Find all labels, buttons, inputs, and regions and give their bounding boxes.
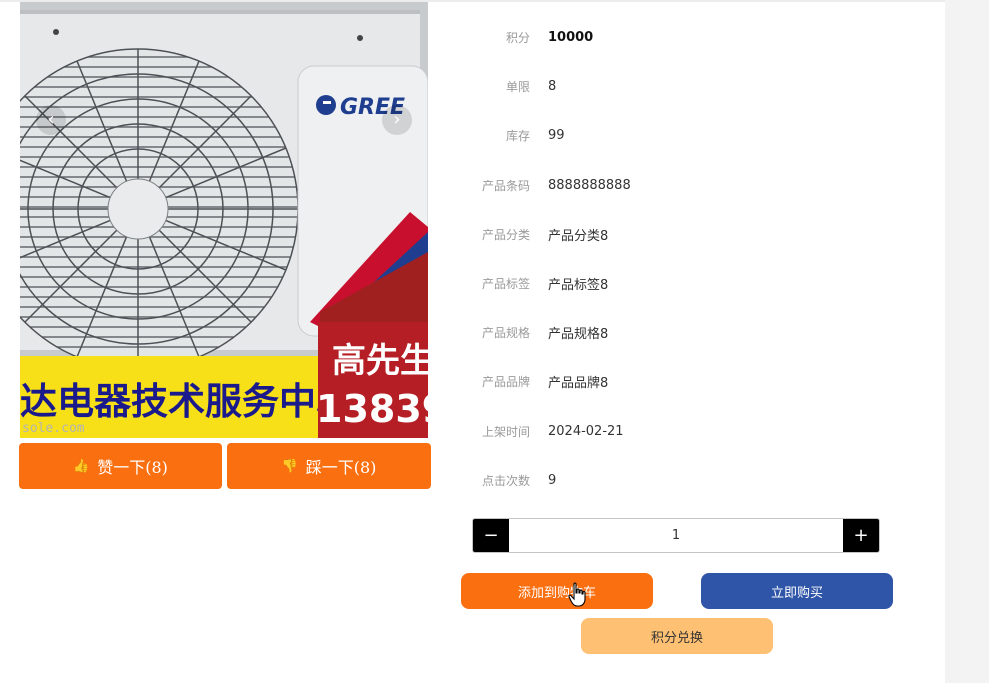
info-label: 单限 — [505, 79, 530, 94]
info-row-tag: 产品标签 产品标签8 — [440, 272, 940, 294]
thumbs-up-icon: 👍 — [73, 458, 90, 474]
dislike-label: 踩一下(8) — [305, 458, 377, 477]
page-gutter — [945, 0, 989, 683]
gallery-next-button[interactable]: › — [382, 105, 412, 135]
info-value: 产品标签8 — [548, 277, 609, 293]
info-row-barcode: 产品条码 8888888888 — [440, 174, 940, 196]
info-value: 9 — [548, 472, 557, 488]
like-button[interactable]: 👍 赞一下(8) — [19, 443, 222, 489]
quantity-input[interactable] — [509, 519, 843, 552]
info-label: 产品品牌 — [481, 374, 530, 389]
svg-text:达电器技术服务中心: 达电器技术服务中心 — [20, 380, 353, 423]
svg-text:sole.com: sole.com — [22, 421, 85, 436]
gallery-prev-button[interactable]: ‹ — [36, 105, 66, 135]
info-row-brand: 产品品牌 产品品牌8 — [440, 370, 940, 392]
info-row-stock: 库存 99 — [440, 124, 940, 146]
info-value: 产品品牌8 — [548, 375, 609, 391]
info-value: 产品规格8 — [548, 326, 609, 342]
chevron-right-icon: › — [393, 109, 401, 130]
info-row-points: 积分 10000 — [440, 26, 940, 48]
info-label: 产品标签 — [481, 276, 530, 291]
buy-now-button[interactable]: 立即购买 — [701, 573, 893, 609]
info-value: 8888888888 — [548, 177, 631, 193]
add-to-cart-button[interactable]: 添加到购物车 — [461, 573, 653, 609]
thumbs-down-icon: 👎 — [281, 458, 298, 474]
info-row-listed-date: 上架时间 2024-02-21 — [440, 420, 940, 442]
product-image-gallery[interactable]: GREE 达电器技术服务中心 sole.com 高先生 138399 ‹ › — [20, 2, 428, 438]
info-row-category: 产品分类 产品分类8 — [440, 223, 940, 245]
decrement-button[interactable]: − — [473, 519, 509, 552]
info-label: 点击次数 — [481, 473, 530, 488]
info-label: 库存 — [505, 128, 530, 143]
info-value: 2024-02-21 — [548, 423, 624, 439]
info-value: 99 — [548, 127, 565, 143]
dislike-button[interactable]: 👎 踩一下(8) — [227, 443, 431, 489]
info-label: 积分 — [505, 30, 530, 45]
increment-button[interactable]: + — [843, 519, 879, 552]
svg-text:138399: 138399 — [316, 387, 428, 431]
quantity-stepper: − + — [472, 518, 880, 553]
info-label: 产品规格 — [481, 325, 530, 340]
plus-icon: + — [853, 525, 869, 546]
like-label: 赞一下(8) — [97, 458, 168, 477]
info-row-limit: 单限 8 — [440, 75, 940, 97]
chevron-left-icon: ‹ — [47, 109, 55, 130]
product-photo: GREE 达电器技术服务中心 sole.com 高先生 138399 — [20, 2, 428, 438]
info-label: 上架时间 — [481, 424, 530, 439]
info-label: 产品条码 — [481, 178, 530, 193]
minus-icon: − — [483, 525, 499, 546]
info-row-spec: 产品规格 产品规格8 — [440, 321, 940, 343]
info-label: 产品分类 — [481, 227, 530, 242]
info-value: 8 — [548, 78, 557, 94]
points-exchange-button[interactable]: 积分兑换 — [581, 618, 773, 654]
info-value: 产品分类8 — [548, 228, 609, 244]
info-row-clicks: 点击次数 9 — [440, 469, 940, 491]
info-value: 10000 — [548, 29, 594, 45]
svg-text:高先生: 高先生 — [332, 341, 428, 381]
